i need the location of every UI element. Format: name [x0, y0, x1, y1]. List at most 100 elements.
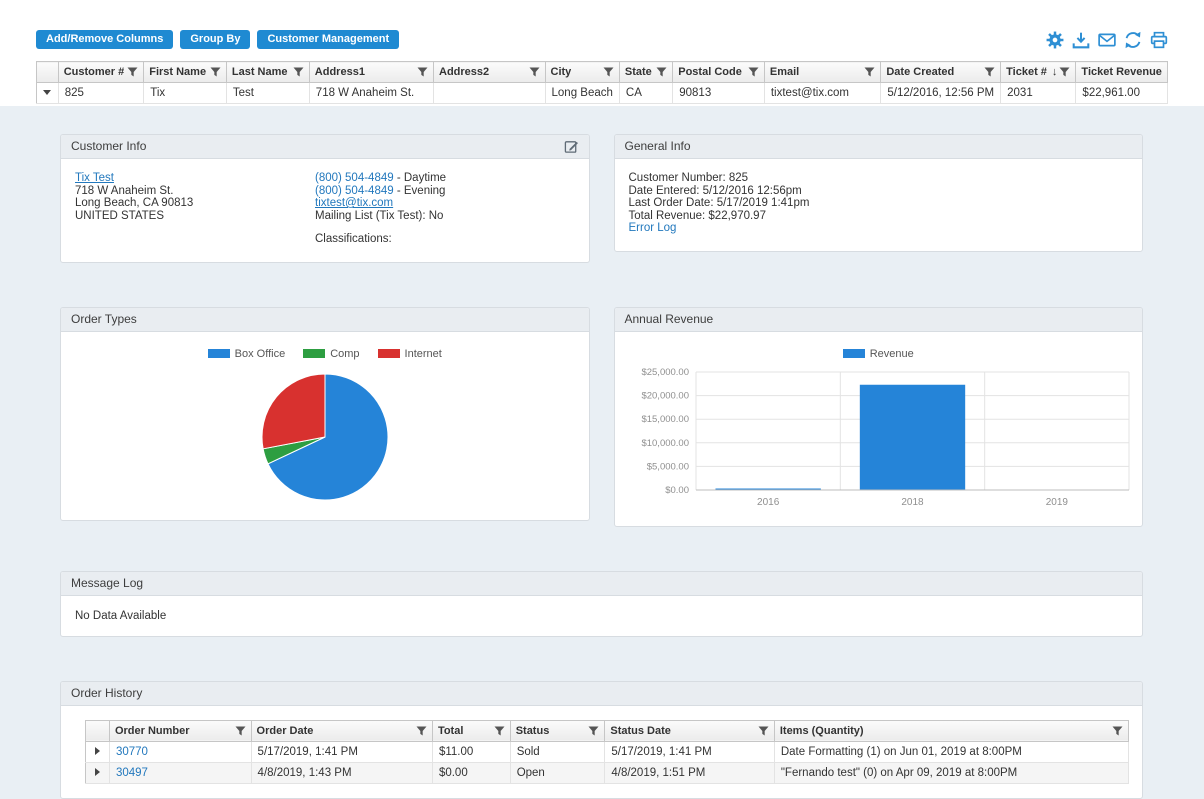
customer-contact-block: (800) 504-4849 - Daytime (800) 504-4849 … — [315, 172, 575, 246]
edit-customer-icon[interactable] — [564, 139, 579, 154]
column-header-status-date[interactable]: Status Date — [604, 720, 775, 742]
annual-revenue-panel: Annual Revenue Revenue $0.00 $5,000.00 $10… — [613, 306, 1143, 527]
column-header-state[interactable]: State — [619, 61, 674, 83]
customer-email-link[interactable]: tixtest@tix.com — [315, 197, 393, 209]
message-log-empty-text: No Data Available — [75, 609, 167, 622]
filter-icon[interactable] — [864, 67, 875, 77]
column-label: Status Date — [610, 724, 671, 737]
filter-icon[interactable] — [293, 67, 304, 77]
cell-status: Open — [510, 762, 606, 784]
print-icon[interactable] — [1150, 31, 1168, 49]
column-header-ticket-revenue[interactable]: Ticket Revenue — [1075, 61, 1168, 83]
svg-text:2016: 2016 — [757, 497, 780, 508]
cell-status: Sold — [510, 741, 606, 763]
filter-icon[interactable] — [984, 67, 995, 77]
customer-management-button[interactable]: Customer Management — [257, 30, 400, 49]
cell-order-date: 4/8/2019, 1:43 PM — [251, 762, 433, 784]
customer-name-link[interactable]: Tix Test — [75, 172, 114, 184]
column-header-first-name[interactable]: First Name — [143, 61, 227, 83]
svg-text:$20,000.00: $20,000.00 — [642, 390, 690, 401]
detail-content: Customer Info Tix Test 718 W Anaheim St.… — [0, 106, 1204, 799]
column-label: Email — [769, 66, 800, 78]
svg-text:2018: 2018 — [902, 497, 925, 508]
error-log-link[interactable]: Error Log — [629, 222, 677, 234]
top-section: Add/Remove Columns Group By Customer Man… — [0, 0, 1204, 106]
filter-icon[interactable] — [127, 67, 138, 77]
email-envelope-icon[interactable] — [1098, 31, 1116, 49]
refresh-icon[interactable] — [1124, 31, 1142, 49]
filter-icon[interactable] — [656, 67, 667, 77]
column-header-status[interactable]: Status — [510, 720, 606, 742]
column-label: Order Date — [256, 724, 314, 737]
add-remove-columns-button[interactable]: Add/Remove Columns — [36, 30, 174, 49]
panel-title: Customer Info — [71, 139, 147, 153]
filter-icon[interactable] — [417, 67, 428, 77]
column-header-email[interactable]: Email — [764, 61, 882, 83]
column-label: Address1 — [314, 66, 365, 78]
phone-evening-suffix: - Evening — [393, 184, 446, 197]
panel-title: Order Types — [71, 311, 137, 326]
column-label: Address2 — [439, 66, 490, 78]
cell-status-date: 4/8/2019, 1:51 PM — [604, 762, 775, 784]
order-history-panel: Order History Order Number Order Date To… — [60, 680, 1143, 799]
panel-title: Annual Revenue — [624, 311, 714, 326]
row-expander-expanded-icon[interactable] — [43, 90, 52, 96]
download-export-icon[interactable] — [1072, 31, 1090, 49]
filter-icon[interactable] — [494, 725, 505, 736]
message-log-panel: Message Log No Data Available — [60, 570, 1143, 637]
bar-legend: Revenue — [615, 348, 1143, 360]
expander-column-header — [85, 720, 110, 742]
panel-title: General Info — [624, 139, 691, 153]
column-label: Customer # — [63, 66, 125, 78]
cell-postal-code: 90813 — [672, 82, 765, 104]
filter-icon[interactable] — [1112, 725, 1123, 736]
filter-icon[interactable] — [235, 725, 246, 736]
order-history-row[interactable]: 30770 5/17/2019, 1:41 PM $11.00 Sold 5/1… — [85, 741, 1130, 763]
legend-item: Internet — [377, 348, 442, 360]
filter-icon[interactable] — [748, 67, 759, 77]
toolbar-buttons: Add/Remove Columns Group By Customer Man… — [36, 30, 400, 49]
filter-icon[interactable] — [1059, 67, 1070, 77]
cell-total: $11.00 — [432, 741, 511, 763]
filter-icon[interactable] — [416, 725, 427, 736]
pie-chart — [261, 372, 389, 500]
order-history-row[interactable]: 30497 4/8/2019, 1:43 PM $0.00 Open 4/8/2… — [85, 762, 1130, 784]
column-label: First Name — [149, 66, 207, 78]
customer-grid-row[interactable]: 825 Tix Test 718 W Anaheim St. Long Beac… — [36, 82, 1168, 104]
column-header-date-created[interactable]: Date Created — [880, 61, 1002, 83]
column-header-address2[interactable]: Address2 — [433, 61, 546, 83]
panel-title: Order History — [71, 685, 143, 700]
column-header-customer-number[interactable]: Customer # — [58, 61, 145, 83]
column-label: City — [550, 66, 572, 78]
filter-icon[interactable] — [210, 67, 221, 77]
column-header-order-date[interactable]: Order Date — [251, 720, 433, 742]
phone-evening-link[interactable]: (800) 504-4849 — [315, 185, 394, 197]
order-types-chart: Box Office Comp Internet — [61, 332, 589, 520]
expander-column-header — [36, 61, 59, 83]
column-label: State — [624, 66, 652, 78]
column-header-ticket-number[interactable]: Ticket # ↓ — [1000, 61, 1077, 83]
group-by-button[interactable]: Group By — [180, 30, 251, 49]
column-header-items-quantity[interactable]: Items (Quantity) — [774, 720, 1130, 742]
column-header-order-number[interactable]: Order Number — [109, 720, 252, 742]
filter-icon[interactable] — [603, 67, 614, 77]
order-number-link[interactable]: 30497 — [116, 767, 148, 779]
filter-icon[interactable] — [588, 725, 599, 736]
row-expander-collapsed-icon[interactable] — [94, 768, 100, 777]
toolbar: Add/Remove Columns Group By Customer Man… — [36, 30, 1168, 49]
panel-title: Message Log — [71, 575, 144, 590]
customer-country: UNITED STATES — [75, 209, 165, 222]
column-header-total[interactable]: Total — [432, 720, 511, 742]
phone-daytime-link[interactable]: (800) 504-4849 — [315, 172, 394, 184]
svg-text:$10,000.00: $10,000.00 — [642, 437, 690, 448]
settings-gear-icon[interactable] — [1046, 31, 1064, 49]
filter-icon[interactable] — [758, 725, 769, 736]
cell-customer-number: 825 — [58, 82, 145, 104]
column-header-address1[interactable]: Address1 — [309, 61, 435, 83]
column-header-last-name[interactable]: Last Name — [226, 61, 310, 83]
filter-icon[interactable] — [529, 67, 540, 77]
column-header-city[interactable]: City — [545, 61, 620, 83]
order-number-link[interactable]: 30770 — [116, 746, 148, 758]
cell-ticket-number: 2031 — [1000, 82, 1077, 104]
column-header-postal-code[interactable]: Postal Code — [672, 61, 765, 83]
